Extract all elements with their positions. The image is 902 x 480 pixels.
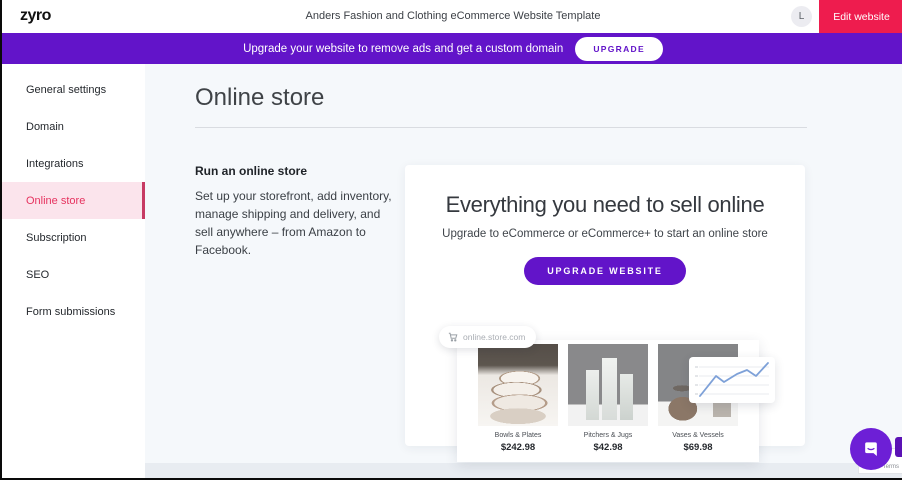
sidebar-item-form-submissions[interactable]: Form submissions — [2, 293, 145, 330]
sidebar-item-seo[interactable]: SEO — [2, 256, 145, 293]
cart-icon — [448, 332, 458, 342]
product-name: Pitchers & Jugs — [568, 432, 648, 439]
upgrade-banner-button[interactable]: UPGRADE — [575, 37, 663, 61]
promo-title: Everything you need to sell online — [405, 192, 805, 218]
upgrade-banner: Upgrade your website to remove ads and g… — [2, 33, 902, 64]
upgrade-website-button[interactable]: UPGRADE WEBSITE — [524, 257, 686, 285]
title-divider — [195, 127, 807, 128]
upgrade-banner-text: Upgrade your website to remove ads and g… — [243, 43, 563, 55]
product-image-bowls — [478, 344, 558, 426]
section-intro: Run an online store Set up your storefro… — [195, 164, 400, 259]
sales-mini-chart — [689, 357, 775, 403]
app-window: zyro Anders Fashion and Clothing eCommer… — [0, 0, 902, 480]
product-name: Bowls & Plates — [478, 432, 558, 439]
user-avatar[interactable]: L — [791, 6, 812, 27]
product-price: $42.98 — [568, 442, 648, 453]
terms-label: Terms — [883, 464, 899, 470]
site-template-title: Anders Fashion and Clothing eCommerce We… — [2, 10, 902, 22]
sidebar-item-general-settings[interactable]: General settings — [2, 71, 145, 108]
chat-bubble-icon — [861, 439, 881, 459]
main-content: Online store Run an online store Set up … — [145, 64, 902, 480]
top-bar: zyro Anders Fashion and Clothing eCommer… — [2, 0, 902, 33]
store-url-pill: online.store.com — [439, 326, 536, 348]
promo-subtitle: Upgrade to eCommerce or eCommerce+ to st… — [405, 228, 805, 240]
page-title: Online store — [195, 84, 324, 112]
line-chart-graphic — [689, 357, 775, 403]
bottom-gradient-band — [145, 463, 902, 480]
sidebar-item-online-store[interactable]: Online store — [2, 182, 145, 219]
product-name: Vases & Vessels — [658, 432, 738, 439]
settings-sidebar: General settings Domain Integrations Onl… — [2, 64, 145, 480]
chat-side-tab — [895, 437, 902, 457]
sidebar-item-integrations[interactable]: Integrations — [2, 145, 145, 182]
section-description: Set up your storefront, add inventory, m… — [195, 187, 400, 259]
chat-launcher-button[interactable] — [850, 428, 892, 470]
product-price: $69.98 — [658, 442, 738, 453]
sidebar-item-subscription[interactable]: Subscription — [2, 219, 145, 256]
product-card: Bowls & Plates $242.98 — [478, 344, 558, 462]
store-url-text: online.store.com — [463, 332, 525, 342]
product-card: Pitchers & Jugs $42.98 — [568, 344, 648, 462]
promo-card: Everything you need to sell online Upgra… — [405, 165, 805, 446]
sidebar-item-domain[interactable]: Domain — [2, 108, 145, 145]
section-heading: Run an online store — [195, 164, 400, 178]
edit-website-button[interactable]: Edit website — [819, 0, 902, 33]
product-price: $242.98 — [478, 442, 558, 453]
product-image-pitchers — [568, 344, 648, 426]
